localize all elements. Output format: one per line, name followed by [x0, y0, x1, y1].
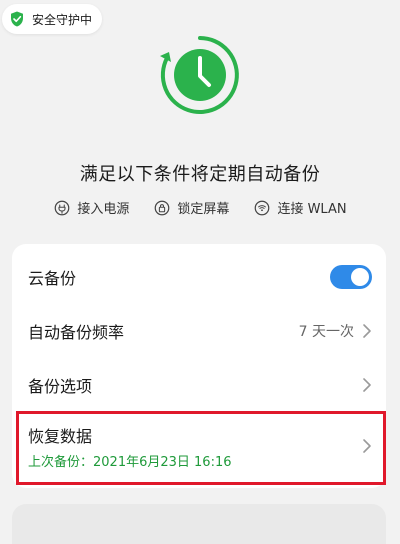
wifi-icon [255, 200, 270, 215]
clock-refresh-icon [155, 30, 245, 120]
next-settings-card [12, 504, 386, 544]
chevron-right-icon [363, 324, 371, 338]
plug-icon [55, 200, 70, 215]
cloud-backup-label: 云备份 [28, 269, 77, 288]
auto-backup-conditions-title: 满足以下条件将定期自动备份 [79, 164, 321, 185]
chevron-right-icon [363, 378, 371, 392]
security-status-badge[interactable]: 安全守护中 [2, 4, 103, 34]
security-status-text: 安全守护中 [32, 12, 93, 27]
condition-lock-label: 锁定屏幕 [177, 202, 230, 217]
condition-power-label: 接入电源 [77, 202, 130, 217]
last-backup-time: 上次备份：2021年6月23日 16:16 [28, 454, 232, 470]
chevron-right-icon [363, 439, 371, 453]
condition-power: 接入电源 [53, 198, 129, 217]
backup-frequency-value: 7 天一次 [298, 324, 354, 340]
backup-options-row[interactable]: 备份选项 [12, 358, 386, 412]
backup-frequency-label: 自动备份频率 [28, 323, 125, 342]
backup-conditions: 接入电源 锁定屏幕 连接 WLAN [0, 198, 400, 217]
backup-settings-card: 云备份 自动备份频率 7 天一次 备份选项 恢复数据 上次备份：2021年6月2… [12, 244, 386, 488]
lock-icon [155, 200, 170, 215]
cloud-backup-toggle[interactable] [330, 265, 372, 289]
shield-check-icon [11, 11, 23, 27]
condition-wlan-label: 连接 WLAN [277, 202, 347, 217]
cloud-backup-row[interactable]: 云备份 [12, 250, 386, 304]
restore-data-label: 恢复数据 [28, 426, 93, 446]
condition-lock: 锁定屏幕 [153, 198, 229, 217]
restore-data-text: 恢复数据 上次备份：2021年6月23日 16:16 [28, 423, 362, 470]
backup-frequency-row[interactable]: 自动备份频率 7 天一次 [12, 304, 386, 358]
backup-options-label: 备份选项 [28, 377, 93, 396]
restore-data-row[interactable]: 恢复数据 上次备份：2021年6月23日 16:16 [12, 414, 386, 478]
toggle-knob [351, 268, 369, 286]
condition-wlan: 连接 WLAN [253, 198, 347, 217]
